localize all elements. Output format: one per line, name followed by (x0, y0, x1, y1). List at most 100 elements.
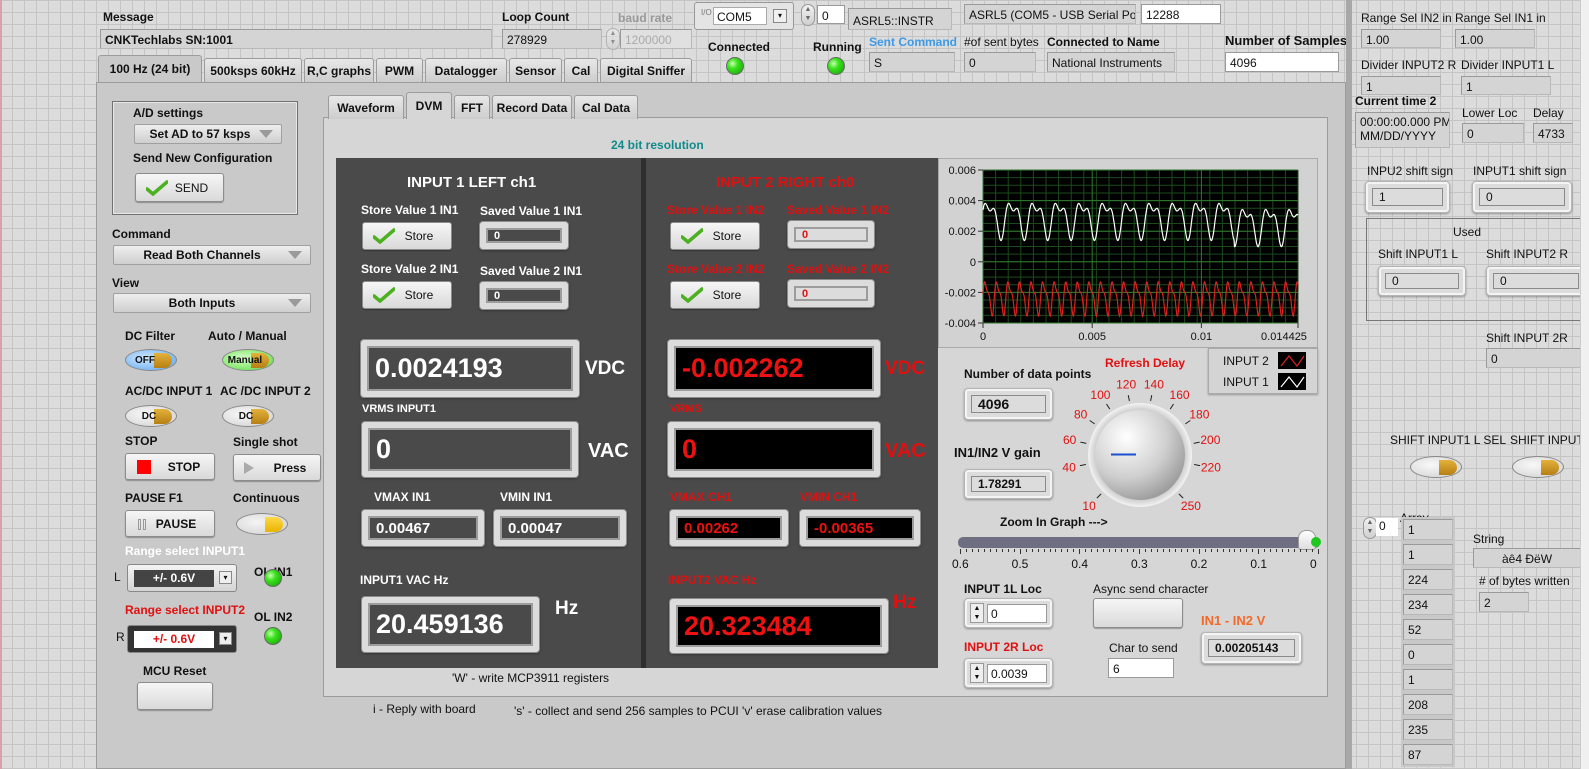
in2-shift-sign-value: 1 (1372, 188, 1443, 206)
spinner-icon[interactable]: ▲ ▼ (970, 663, 984, 683)
knob-body (1095, 410, 1185, 500)
in2-loc-control[interactable]: ▲ ▼ 0.0039 (964, 658, 1053, 688)
in1-vmin-display: 0.00047 (494, 510, 626, 546)
sub-tab-dvm[interactable]: DVM (406, 92, 452, 119)
in1-loc-value[interactable]: 0 (987, 604, 1047, 623)
main-tab-2[interactable]: R,C graphs (304, 58, 374, 82)
main-tab-0[interactable]: 100 Hz (24 bit) (98, 55, 202, 82)
waveform-graph[interactable]: 0.006 0.004 0.002 0 -0.002 -0.004 0 0.005 0.01 0.… (938, 158, 1318, 348)
async-send-button[interactable] (1093, 598, 1183, 628)
send-button[interactable]: SEND (135, 173, 224, 202)
zoom-scale-label: 0.3 (1131, 557, 1148, 571)
baud-rate-spinner[interactable]: ▲ ▼ (606, 28, 620, 50)
divider2-label: Divider INPUT2 R (1361, 58, 1457, 72)
baud-rate-field[interactable]: 1200000 (620, 29, 692, 49)
array-element: 234 (1403, 594, 1453, 615)
zoom-scale-tick (1294, 549, 1296, 552)
command-value: Read Both Channels (143, 248, 261, 262)
sub-tab-fft[interactable]: FFT (454, 95, 490, 119)
port-value-field[interactable]: 12288 (1141, 4, 1221, 24)
auto-manual-toggle[interactable]: Manual (222, 349, 274, 371)
knob-svg[interactable]: 10 40 60 80100 120 140 160 180 200 220 250 (1040, 370, 1250, 520)
in2-store2-button[interactable]: Store (670, 281, 760, 309)
array-index-spinner[interactable]: ▲ ▼ (1363, 517, 1377, 539)
index-field[interactable]: 0 (817, 5, 845, 24)
num-samples-field[interactable]: 4096 (1225, 52, 1339, 72)
zoom-scale-tick (1037, 549, 1039, 552)
x-tick-label: 0 (980, 331, 986, 343)
shift-in2r-label: Shift INPUT 2R (1486, 331, 1568, 345)
in2-loc-value[interactable]: 0.0039 (987, 664, 1047, 683)
zoom-scale-tick (1073, 549, 1075, 552)
zoom-scale-tick (1162, 549, 1164, 552)
sent-command-field: S (869, 52, 955, 72)
main-tab-1[interactable]: 500ksps 60kHz (204, 58, 302, 82)
range1-select[interactable]: +/- 0.6V ▾ (127, 564, 237, 592)
dc-filter-toggle[interactable]: OFF (125, 349, 177, 371)
splitter-bar[interactable] (1346, 0, 1352, 769)
sub-tab-cal-data[interactable]: Cal Data (574, 95, 638, 119)
main-tab-6[interactable]: Cal (564, 58, 598, 82)
in2-vdc-display: -0.002262 (668, 340, 880, 397)
in2-saved2-display: 0 (788, 280, 874, 307)
acdc1-toggle[interactable]: DC (125, 405, 177, 427)
x-tick-label: 0.005 (1078, 331, 1106, 343)
auto-manual-label: Auto / Manual (208, 329, 287, 343)
zoom-scale-tick (1216, 549, 1218, 552)
knob-tick-label: 80 (1074, 407, 1088, 421)
gain-value: 1.78291 (971, 476, 1046, 492)
in1-store2-button[interactable]: Store (362, 281, 452, 309)
zoom-slider-track[interactable] (958, 537, 1320, 548)
pause-button[interactable]: PAUSE (125, 510, 215, 537)
sub-tab-waveform[interactable]: Waveform (328, 95, 404, 119)
in2-loc-label: INPUT 2R Loc (964, 640, 1044, 654)
chevron-down-icon[interactable]: ▾ (773, 9, 787, 23)
command-select[interactable]: Read Both Channels (113, 245, 311, 265)
view-select[interactable]: Both Inputs (113, 293, 311, 313)
range2-select[interactable]: +/- 0.6V ▾ (127, 625, 237, 653)
single-shot-button[interactable]: Press (233, 454, 321, 481)
shift-in1-sel-toggle[interactable] (1410, 456, 1462, 478)
zoom-scale-tick (1139, 549, 1140, 554)
index-spinner[interactable]: ▲ ▼ (801, 4, 815, 26)
range2-label: Range select INPUT2 (125, 603, 246, 617)
window-scrollbar[interactable] (1580, 0, 1589, 769)
zoom-scale-tick (1258, 549, 1260, 554)
zoom-scale-tick (1264, 549, 1266, 552)
zoom-scale-tick (1091, 549, 1093, 552)
io-icon: I/O (701, 8, 712, 17)
shift-in2-sel-toggle[interactable] (1512, 456, 1564, 478)
spinner-icon[interactable]: ▲ ▼ (970, 603, 984, 623)
knob-tick-label: 120 (1116, 377, 1136, 391)
zoom-scale-tick (977, 549, 979, 552)
main-tab-5[interactable]: Sensor (509, 58, 562, 82)
zoom-scale-tick (1270, 549, 1272, 552)
refresh-delay-knob[interactable]: 10 40 60 80 100 120 140 160 180 200 220 250 (1040, 370, 1250, 520)
zoom-scale-tick (1198, 549, 1200, 554)
in2-store1-label: Store Value 1 IN2 (667, 203, 765, 217)
main-tab-7[interactable]: Digital Sniffer (600, 58, 692, 82)
zoom-scale-tick (1007, 549, 1009, 552)
char-to-send-field[interactable]: 6 (1108, 658, 1174, 678)
in2-vrms-value: 0 (674, 428, 874, 471)
in2-store1-button[interactable]: Store (670, 222, 760, 250)
ad-settings-select[interactable]: Set AD to 57 ksps (134, 124, 282, 144)
com-port-select[interactable]: I/O COM5 ▾ (694, 2, 794, 30)
input1-title: INPUT 1 LEFT ch1 (407, 174, 537, 191)
zoom-scale-tick (1115, 549, 1117, 552)
stop-button[interactable]: STOP (125, 453, 215, 480)
array-index-field[interactable]: 0 (1376, 518, 1398, 536)
array-element: 1 (1403, 519, 1453, 540)
in1-store1-button[interactable]: Store (362, 222, 452, 250)
main-tab-3[interactable]: PWM (376, 58, 423, 82)
mcu-reset-button[interactable] (137, 682, 213, 710)
current-time-label: Current time 2 (1355, 94, 1437, 108)
continuous-toggle[interactable] (236, 513, 288, 535)
main-tab-4[interactable]: Datalogger (425, 58, 507, 82)
zoom-scale-tick (1180, 549, 1182, 552)
sub-tab-record-data[interactable]: Record Data (492, 95, 572, 119)
in1-hz-display: 20.459136 (362, 597, 539, 652)
acdc2-toggle[interactable]: DC (222, 405, 274, 427)
in1-loc-control[interactable]: ▲ ▼ 0 (964, 598, 1053, 628)
store-label: Store (712, 229, 742, 243)
